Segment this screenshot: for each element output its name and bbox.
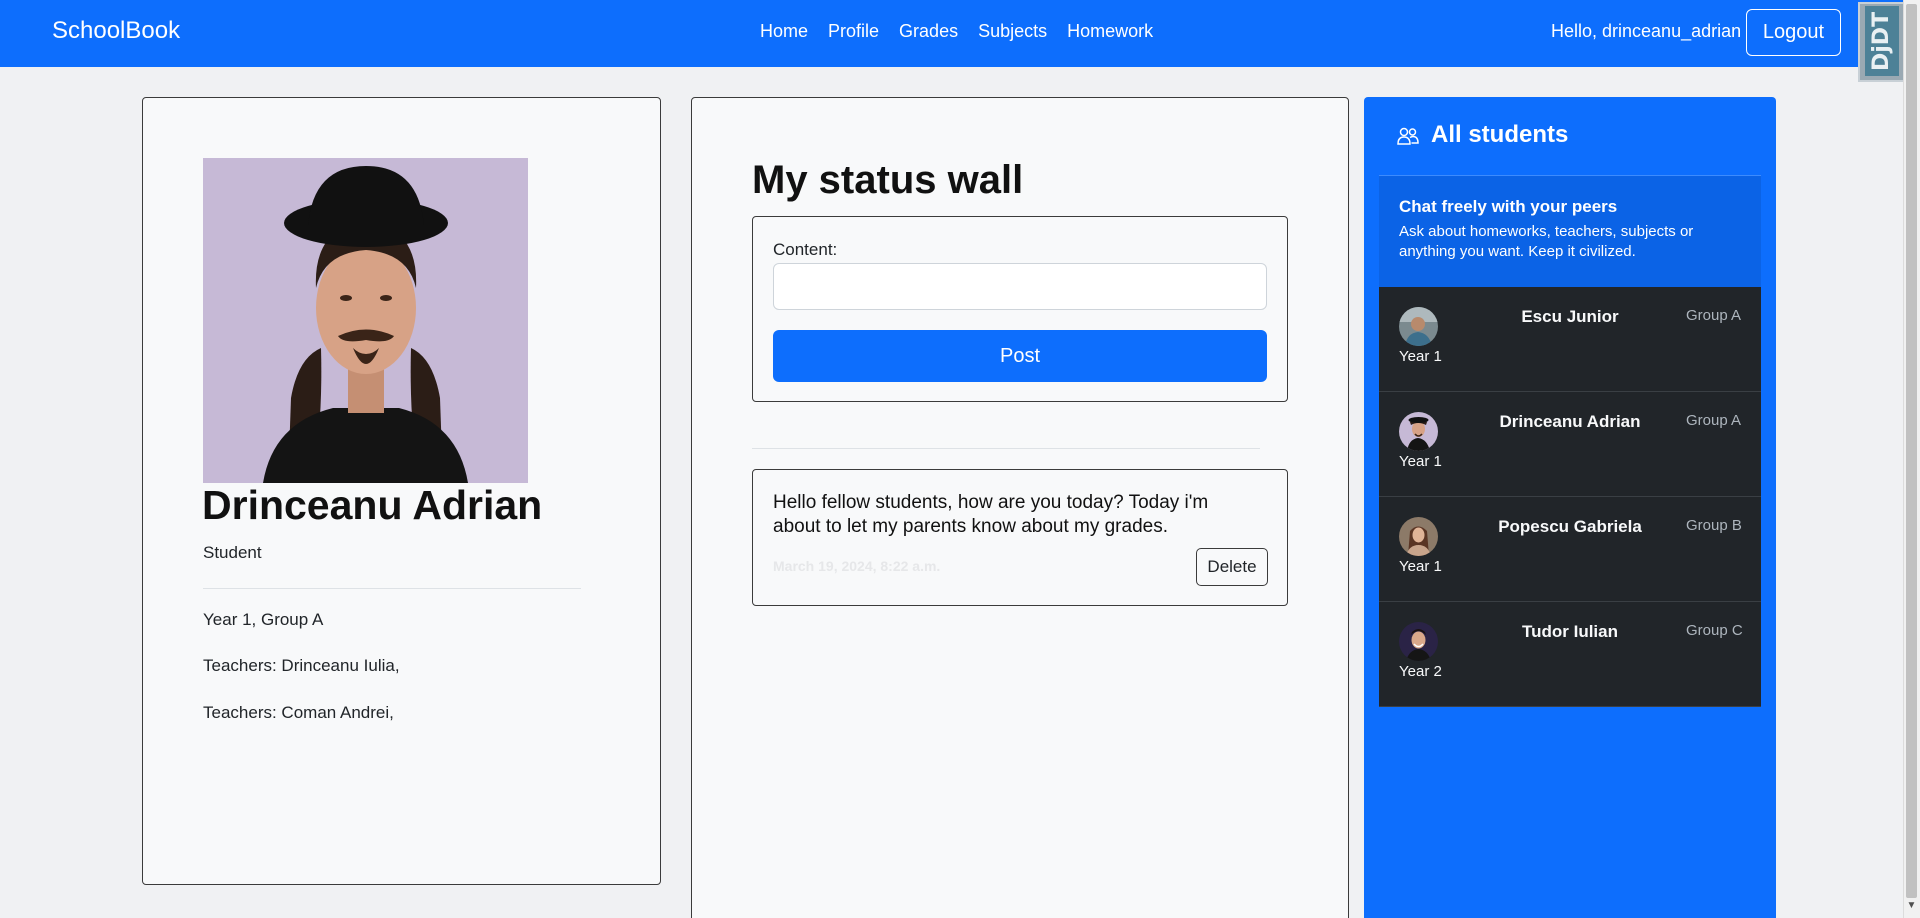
student-row[interactable]: Drinceanu Adrian Group A Year 1 <box>1379 392 1761 497</box>
post-timestamp: March 19, 2024, 8:22 a.m. <box>773 558 941 574</box>
profile-teacher-2: Teachers: Coman Andrei, <box>203 703 394 722</box>
profile-year-group: Year 1, Group A <box>203 610 324 629</box>
delete-post-button[interactable]: Delete <box>1196 548 1268 586</box>
student-row[interactable]: Escu Junior Group A Year 1 <box>1379 287 1761 392</box>
student-year: Year 1 <box>1399 348 1442 365</box>
student-group: Group C <box>1686 622 1743 639</box>
scroll-down-arrow-icon[interactable]: ▼ <box>1906 900 1917 914</box>
student-group: Group B <box>1686 517 1742 534</box>
nav-subjects-link[interactable]: Subjects <box>978 21 1047 42</box>
post-text: Hello fellow students, how are you today… <box>773 492 1209 537</box>
nav-profile-link[interactable]: Profile <box>828 21 879 42</box>
chat-title: Chat freely with your peers <box>1399 197 1618 216</box>
chat-description: Ask about homeworks, teachers, subjects … <box>1399 223 1694 260</box>
wall-title: My status wall <box>752 158 1024 202</box>
debug-toolbar-label[interactable]: DjDT <box>1865 6 1899 76</box>
student-year: Year 2 <box>1399 663 1442 680</box>
user-greeting: Hello, drinceanu_adrian <box>1551 21 1742 41</box>
logout-button[interactable]: Logout <box>1746 9 1841 56</box>
student-row[interactable]: Tudor Iulian Group C Year 2 <box>1379 602 1761 707</box>
content-label: Content: <box>773 240 838 259</box>
student-row[interactable]: Popescu Gabriela Group B Year 1 <box>1379 497 1761 602</box>
students-title: All students <box>1431 121 1569 148</box>
profile-name: Drinceanu Adrian <box>202 482 543 528</box>
content-input[interactable] <box>773 263 1267 310</box>
nav-links: Home Profile Grades Subjects Homework <box>760 21 1153 42</box>
nav-home-link[interactable]: Home <box>760 21 808 42</box>
profile-photo <box>203 158 528 483</box>
wall-divider <box>752 448 1260 449</box>
nav-grades-link[interactable]: Grades <box>899 21 958 42</box>
scrollbar-thumb[interactable] <box>1906 4 1917 898</box>
people-icon <box>1397 127 1419 145</box>
student-year: Year 1 <box>1399 558 1442 575</box>
brand-link[interactable]: SchoolBook <box>52 17 180 45</box>
nav-homework-link[interactable]: Homework <box>1067 21 1153 42</box>
navbar: SchoolBook Home Profile Grades Subjects … <box>0 0 1920 67</box>
student-year: Year 1 <box>1399 453 1442 470</box>
profile-teacher-1: Teachers: Drinceanu Iulia, <box>203 656 400 675</box>
profile-role: Student <box>203 543 262 562</box>
post-button[interactable]: Post <box>773 330 1267 382</box>
student-group: Group A <box>1686 412 1742 429</box>
student-group: Group A <box>1686 307 1742 324</box>
profile-divider <box>203 588 581 589</box>
